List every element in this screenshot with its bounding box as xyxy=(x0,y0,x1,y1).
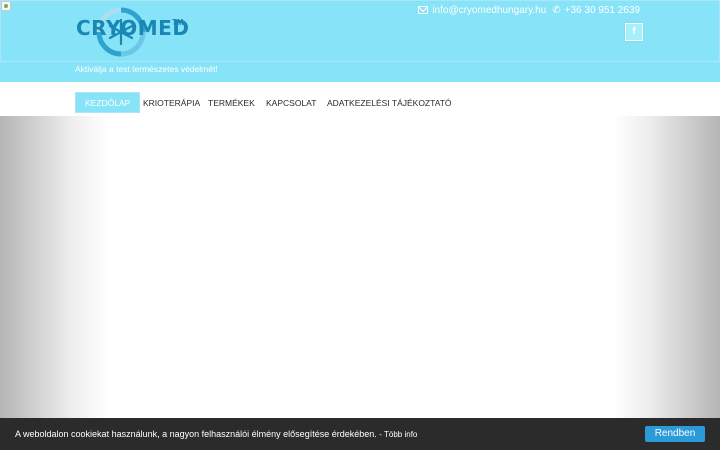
main-navigation: KEZDŐLAP KRIOTERÁPIA TERMÉKEK KAPCSOLAT … xyxy=(0,82,720,116)
email-contact[interactable]: info@cryomedhungary.hu xyxy=(418,5,546,16)
email-link[interactable]: info@cryomedhungary.hu xyxy=(432,5,546,16)
site-header: CRYOMED TM info@cryomedhungary.hu ✆ +36 … xyxy=(0,0,720,82)
main-content-area xyxy=(0,116,720,418)
cookie-message: A weboldalon cookiekat használunk, a nag… xyxy=(15,429,417,439)
nav-item-products[interactable]: TERMÉKEK xyxy=(199,92,264,113)
nav-item-cryotherapy[interactable]: KRIOTERÁPIA xyxy=(134,92,209,113)
facebook-icon[interactable]: f xyxy=(625,23,643,41)
envelope-icon xyxy=(418,6,429,14)
cookie-consent-bar: A weboldalon cookiekat használunk, a nag… xyxy=(0,418,720,450)
phone-link[interactable]: +36 30 951 2639 xyxy=(565,5,640,16)
phone-contact[interactable]: ✆ +36 30 951 2639 xyxy=(552,5,640,16)
site-logo[interactable]: CRYOMED TM xyxy=(76,4,189,60)
nav-item-home[interactable]: KEZDŐLAP xyxy=(75,92,141,113)
site-tagline: Aktiválja a test természetes védelmét! xyxy=(75,64,218,74)
nav-item-privacy[interactable]: ADATKEZELÉSI TÁJÉKOZTATÓ xyxy=(318,92,461,113)
logo-trademark: TM xyxy=(172,18,184,27)
contact-info: info@cryomedhungary.hu ✆ +36 30 951 2639 xyxy=(418,3,640,17)
nav-shadow-divider xyxy=(140,115,584,123)
broken-image-icon xyxy=(1,1,11,11)
cookie-more-info-link[interactable]: - Több info xyxy=(379,430,417,439)
nav-item-contact[interactable]: KAPCSOLAT xyxy=(257,92,325,113)
cookie-text: A weboldalon cookiekat használunk, a nag… xyxy=(15,429,377,439)
cookie-accept-button[interactable]: Rendben xyxy=(645,426,705,442)
phone-icon: ✆ xyxy=(552,4,561,16)
